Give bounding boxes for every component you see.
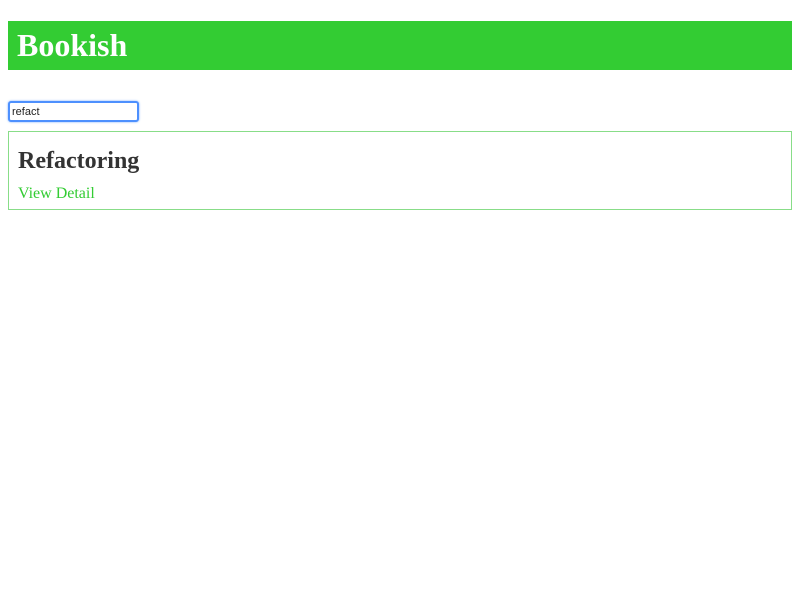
bookish-page: Bookish Refactoring View Detail xyxy=(0,0,800,600)
book-result-card: Refactoring View Detail xyxy=(8,131,792,210)
view-detail-link[interactable]: View Detail xyxy=(18,184,95,204)
search-input[interactable] xyxy=(8,101,139,122)
brand-logo-text: Bookish xyxy=(17,27,128,63)
app-header: Bookish xyxy=(8,21,792,70)
search-container xyxy=(8,101,139,122)
book-title: Refactoring xyxy=(18,148,140,174)
